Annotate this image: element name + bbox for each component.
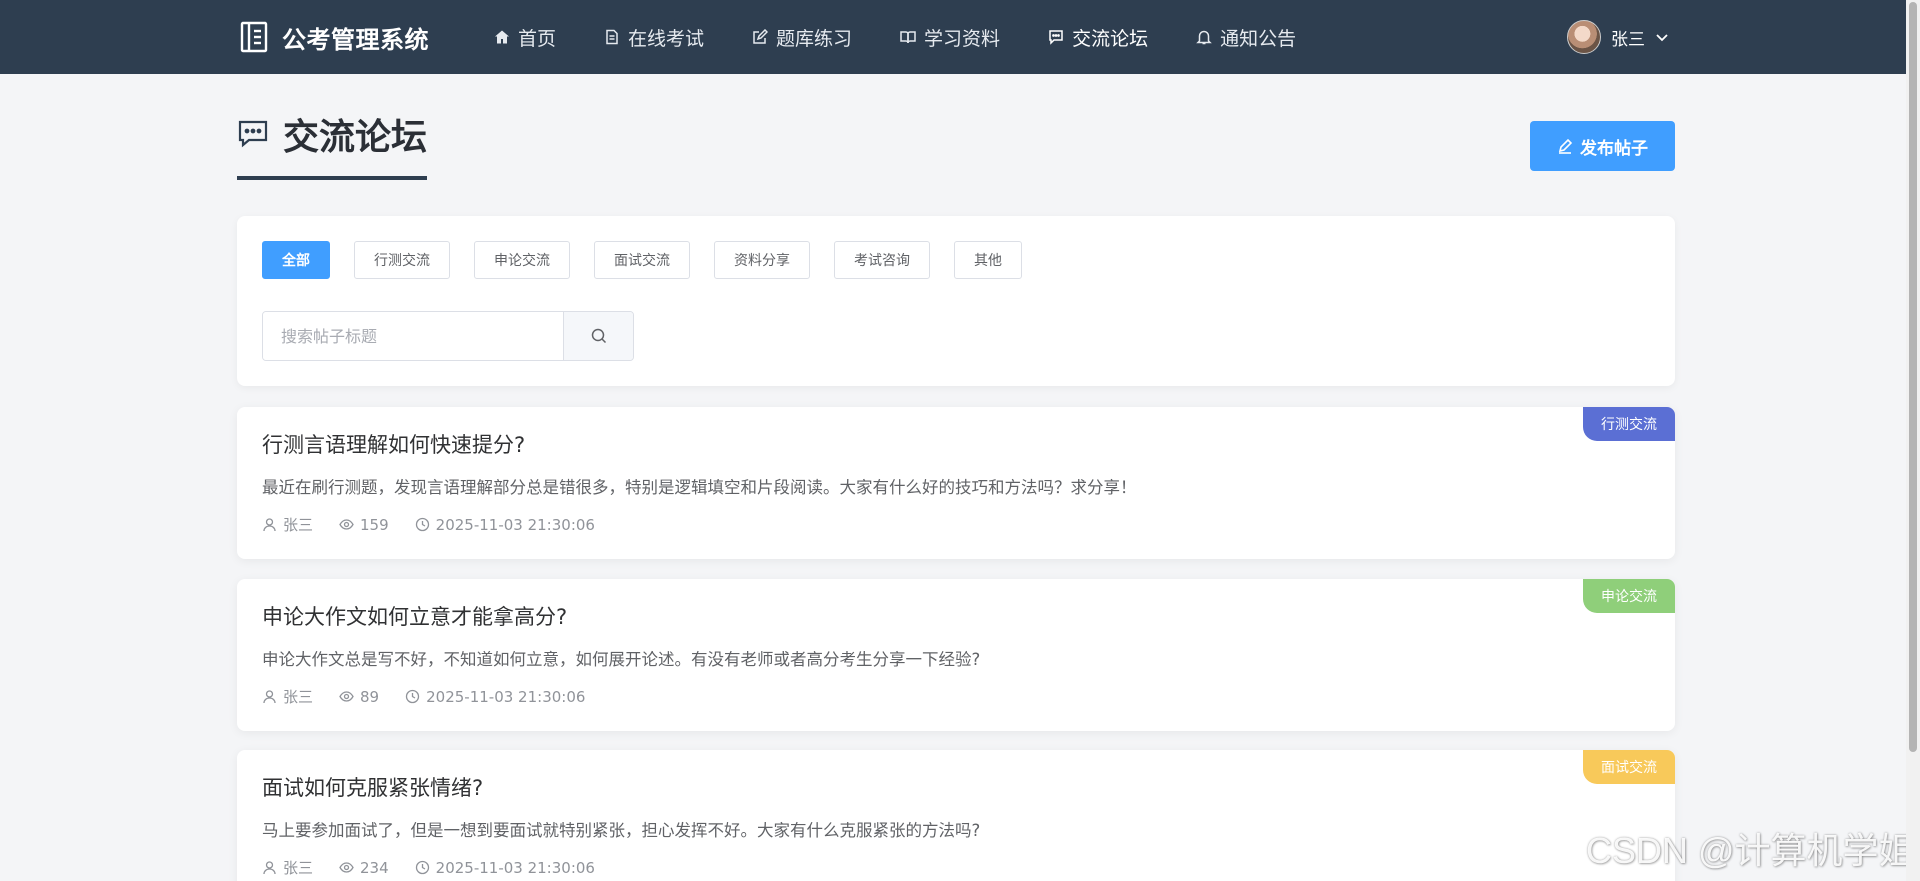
post-meta: 张三 159 2025-11-03 21:30:06 [262,514,621,535]
category-xingce[interactable]: 行测交流 [354,241,450,279]
search-box [262,311,634,361]
nav-online-exam-label: 在线考试 [628,27,705,50]
bell-icon [1196,30,1212,45]
brand[interactable]: 公考管理系统 [240,0,429,74]
avatar[interactable] [1567,20,1601,54]
nav-announcements[interactable]: 通知公告 [1196,0,1296,74]
nav-home-label: 首页 [518,27,557,50]
nav-online-exam[interactable]: 在线考试 [604,0,704,74]
post-excerpt: 申论大作文总是写不好，不知道如何立意，如何展开论述。有没有老师或者高分考生分享一… [262,650,981,669]
chat-icon [1049,30,1063,45]
post-category-tag: 行测交流 [1583,407,1675,441]
publish-post-button[interactable]: 发布帖子 [1530,121,1675,171]
post-author-name: 张三 [283,516,314,534]
nav-question-bank-label: 题库练习 [776,27,853,50]
post-time: 2025-11-03 21:30:06 [405,688,585,706]
nav-study-materials-label: 学习资料 [924,27,1001,50]
post-author-name: 张三 [283,688,314,706]
nav-study-materials[interactable]: 学习资料 [900,0,1000,74]
post-excerpt: 马上要参加面试了，但是一想到要面试就特别紧张，担心发挥不好。大家有什么克服紧张的… [262,821,981,840]
post-category-tag: 申论交流 [1583,579,1675,613]
book-icon [900,31,916,44]
post-author: 张三 [262,514,313,535]
user-icon [263,518,276,532]
home-icon [495,30,509,44]
post-card[interactable]: 面试如何克服紧张情绪? 马上要参加面试了，但是一想到要面试就特别紧张，担心发挥不… [237,750,1675,881]
category-other[interactable]: 其他 [954,241,1022,279]
post-time: 2025-11-03 21:30:06 [415,516,595,534]
post-title[interactable]: 申论大作文如何立意才能拿高分? [262,601,567,631]
post-views: 234 [339,859,389,877]
post-author: 张三 [262,857,313,878]
clock-icon [405,689,420,704]
category-all[interactable]: 全部 [262,241,330,279]
page-title: 交流论坛 [283,117,428,158]
eye-icon [339,862,354,873]
post-meta: 张三 89 2025-11-03 21:30:06 [262,686,611,707]
eye-icon [339,691,354,702]
clock-icon [415,517,429,532]
post-time: 2025-11-03 21:30:06 [415,859,595,877]
pencil-icon [1558,138,1573,154]
post-views: 89 [339,688,379,706]
page-scrollbar[interactable] [1906,0,1920,881]
brand-title: 公考管理系统 [282,25,429,54]
post-excerpt: 最近在刷行测题，发现言语理解部分总是错很多，特别是逻辑填空和片段阅读。大家有什么… [262,478,1137,497]
edit-icon [753,29,769,44]
post-views-count: 159 [360,515,389,534]
user-menu[interactable]: 张三 [1567,0,1669,74]
chat-icon [238,120,268,148]
user-icon [263,690,276,704]
post-time-value: 2025-11-03 21:30:06 [435,858,595,877]
post-meta: 张三 234 2025-11-03 21:30:06 [262,857,621,878]
nav-home[interactable]: 首页 [494,0,556,74]
post-views-count: 89 [360,687,380,706]
clock-icon [415,860,429,875]
chevron-down-icon[interactable] [1655,30,1669,44]
post-category-tag: 面试交流 [1583,750,1675,784]
user-name: 张三 [1611,29,1645,50]
post-title[interactable]: 行测言语理解如何快速提分? [262,429,525,459]
nav-forum-label: 交流论坛 [1072,27,1149,50]
post-author: 张三 [262,686,313,707]
main-nav: 首页 在线考试 题库练习 学习资料 交流论坛 通知公告 [494,0,1344,74]
post-views-count: 234 [360,858,389,877]
post-views: 159 [339,516,389,534]
eye-icon [339,519,354,530]
user-icon [263,861,276,875]
nav-forum[interactable]: 交流论坛 [1048,0,1148,74]
post-card[interactable]: 申论大作文如何立意才能拿高分? 申论大作文总是写不好，不知道如何立意，如何展开论… [237,579,1675,731]
page-header: 交流论坛 [237,108,428,180]
search-icon [591,328,606,344]
top-navbar: 公考管理系统 首页 在线考试 题库练习 学习资料 交流论坛 通知公告 张三 [0,0,1920,74]
category-interview[interactable]: 面试交流 [594,241,690,279]
search-input[interactable] [263,312,563,360]
post-time-value: 2025-11-03 21:30:06 [435,515,595,534]
post-card[interactable]: 行测言语理解如何快速提分? 最近在刷行测题，发现言语理解部分总是错很多，特别是逻… [237,407,1675,559]
post-time-value: 2025-11-03 21:30:06 [426,687,586,706]
category-shenlun[interactable]: 申论交流 [474,241,570,279]
category-materials[interactable]: 资料分享 [714,241,810,279]
document-icon [606,29,618,45]
filter-panel: 全部 行测交流 申论交流 面试交流 资料分享 考试咨询 其他 [237,216,1675,386]
nav-announcements-label: 通知公告 [1220,27,1297,50]
post-author-name: 张三 [283,859,314,877]
category-consult[interactable]: 考试咨询 [834,241,930,279]
brand-book-icon [240,21,268,53]
search-button[interactable] [563,312,633,360]
publish-post-label: 发布帖子 [1580,138,1648,159]
nav-question-bank[interactable]: 题库练习 [752,0,852,74]
scrollbar-thumb[interactable] [1909,2,1917,752]
watermark: CSDN @计算机学姐 [1586,830,1915,871]
post-title[interactable]: 面试如何克服紧张情绪? [262,772,483,802]
category-filter: 全部 行测交流 申论交流 面试交流 资料分享 考试咨询 其他 [262,241,1046,279]
